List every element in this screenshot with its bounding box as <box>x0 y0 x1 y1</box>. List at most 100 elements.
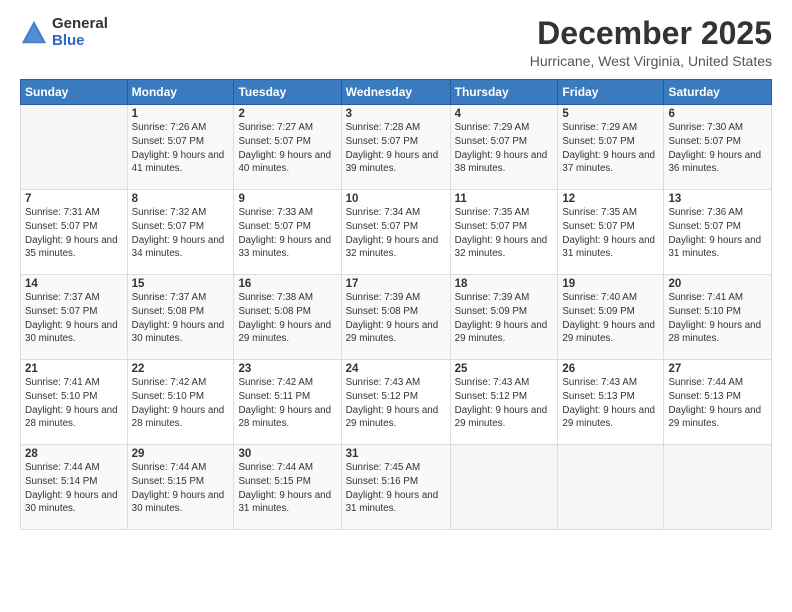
table-row: 31 Sunrise: 7:45 AMSunset: 5:16 PMDaylig… <box>341 445 450 530</box>
day-number: 7 <box>25 193 123 205</box>
day-number: 23 <box>238 363 336 375</box>
day-info: Sunrise: 7:30 AMSunset: 5:07 PMDaylight:… <box>668 122 761 174</box>
table-row: 30 Sunrise: 7:44 AMSunset: 5:15 PMDaylig… <box>234 445 341 530</box>
logo-text: General Blue <box>52 16 108 49</box>
table-row <box>450 445 558 530</box>
logo-general-text: General <box>52 16 108 33</box>
day-info: Sunrise: 7:44 AMSunset: 5:15 PMDaylight:… <box>238 462 331 514</box>
day-info: Sunrise: 7:26 AMSunset: 5:07 PMDaylight:… <box>132 122 225 174</box>
day-number: 22 <box>132 363 230 375</box>
day-number: 20 <box>668 278 767 290</box>
col-tuesday: Tuesday <box>234 80 341 105</box>
table-row: 10 Sunrise: 7:34 AMSunset: 5:07 PMDaylig… <box>341 190 450 275</box>
calendar-body: 1 Sunrise: 7:26 AMSunset: 5:07 PMDayligh… <box>21 105 772 530</box>
title-block: December 2025 Hurricane, West Virginia, … <box>530 16 772 69</box>
day-number: 8 <box>132 193 230 205</box>
day-info: Sunrise: 7:27 AMSunset: 5:07 PMDaylight:… <box>238 122 331 174</box>
table-row: 8 Sunrise: 7:32 AMSunset: 5:07 PMDayligh… <box>127 190 234 275</box>
table-row: 23 Sunrise: 7:42 AMSunset: 5:11 PMDaylig… <box>234 360 341 445</box>
table-row: 20 Sunrise: 7:41 AMSunset: 5:10 PMDaylig… <box>664 275 772 360</box>
day-info: Sunrise: 7:39 AMSunset: 5:09 PMDaylight:… <box>455 292 548 344</box>
day-info: Sunrise: 7:42 AMSunset: 5:11 PMDaylight:… <box>238 377 331 429</box>
day-info: Sunrise: 7:38 AMSunset: 5:08 PMDaylight:… <box>238 292 331 344</box>
table-row: 6 Sunrise: 7:30 AMSunset: 5:07 PMDayligh… <box>664 105 772 190</box>
table-row: 21 Sunrise: 7:41 AMSunset: 5:10 PMDaylig… <box>21 360 128 445</box>
header-row: Sunday Monday Tuesday Wednesday Thursday… <box>21 80 772 105</box>
day-number: 6 <box>668 108 767 120</box>
col-sunday: Sunday <box>21 80 128 105</box>
table-row <box>21 105 128 190</box>
day-number: 17 <box>346 278 446 290</box>
table-row: 29 Sunrise: 7:44 AMSunset: 5:15 PMDaylig… <box>127 445 234 530</box>
day-number: 16 <box>238 278 336 290</box>
day-number: 4 <box>455 108 554 120</box>
day-number: 2 <box>238 108 336 120</box>
logo-blue-text: Blue <box>52 33 108 50</box>
day-info: Sunrise: 7:39 AMSunset: 5:08 PMDaylight:… <box>346 292 439 344</box>
day-info: Sunrise: 7:36 AMSunset: 5:07 PMDaylight:… <box>668 207 761 259</box>
day-number: 3 <box>346 108 446 120</box>
table-row: 7 Sunrise: 7:31 AMSunset: 5:07 PMDayligh… <box>21 190 128 275</box>
table-row: 16 Sunrise: 7:38 AMSunset: 5:08 PMDaylig… <box>234 275 341 360</box>
day-number: 1 <box>132 108 230 120</box>
day-info: Sunrise: 7:31 AMSunset: 5:07 PMDaylight:… <box>25 207 118 259</box>
day-number: 25 <box>455 363 554 375</box>
calendar-table: Sunday Monday Tuesday Wednesday Thursday… <box>20 79 772 530</box>
table-row: 11 Sunrise: 7:35 AMSunset: 5:07 PMDaylig… <box>450 190 558 275</box>
day-info: Sunrise: 7:35 AMSunset: 5:07 PMDaylight:… <box>455 207 548 259</box>
day-number: 24 <box>346 363 446 375</box>
table-row: 17 Sunrise: 7:39 AMSunset: 5:08 PMDaylig… <box>341 275 450 360</box>
day-number: 30 <box>238 448 336 460</box>
day-number: 26 <box>562 363 659 375</box>
table-row: 18 Sunrise: 7:39 AMSunset: 5:09 PMDaylig… <box>450 275 558 360</box>
day-number: 21 <box>25 363 123 375</box>
day-info: Sunrise: 7:37 AMSunset: 5:08 PMDaylight:… <box>132 292 225 344</box>
table-row <box>558 445 664 530</box>
table-row: 1 Sunrise: 7:26 AMSunset: 5:07 PMDayligh… <box>127 105 234 190</box>
page: General Blue December 2025 Hurricane, We… <box>0 0 792 612</box>
col-thursday: Thursday <box>450 80 558 105</box>
day-number: 18 <box>455 278 554 290</box>
col-wednesday: Wednesday <box>341 80 450 105</box>
day-info: Sunrise: 7:35 AMSunset: 5:07 PMDaylight:… <box>562 207 655 259</box>
day-info: Sunrise: 7:41 AMSunset: 5:10 PMDaylight:… <box>25 377 118 429</box>
day-info: Sunrise: 7:40 AMSunset: 5:09 PMDaylight:… <box>562 292 655 344</box>
day-number: 31 <box>346 448 446 460</box>
header: General Blue December 2025 Hurricane, We… <box>20 16 772 69</box>
day-info: Sunrise: 7:43 AMSunset: 5:12 PMDaylight:… <box>455 377 548 429</box>
day-number: 15 <box>132 278 230 290</box>
table-row: 26 Sunrise: 7:43 AMSunset: 5:13 PMDaylig… <box>558 360 664 445</box>
logo-icon <box>20 19 48 47</box>
logo: General Blue <box>20 16 108 49</box>
table-row: 3 Sunrise: 7:28 AMSunset: 5:07 PMDayligh… <box>341 105 450 190</box>
day-number: 5 <box>562 108 659 120</box>
table-row: 9 Sunrise: 7:33 AMSunset: 5:07 PMDayligh… <box>234 190 341 275</box>
day-info: Sunrise: 7:34 AMSunset: 5:07 PMDaylight:… <box>346 207 439 259</box>
table-row: 4 Sunrise: 7:29 AMSunset: 5:07 PMDayligh… <box>450 105 558 190</box>
day-number: 9 <box>238 193 336 205</box>
day-info: Sunrise: 7:33 AMSunset: 5:07 PMDaylight:… <box>238 207 331 259</box>
table-row: 5 Sunrise: 7:29 AMSunset: 5:07 PMDayligh… <box>558 105 664 190</box>
day-info: Sunrise: 7:37 AMSunset: 5:07 PMDaylight:… <box>25 292 118 344</box>
day-info: Sunrise: 7:29 AMSunset: 5:07 PMDaylight:… <box>562 122 655 174</box>
day-number: 10 <box>346 193 446 205</box>
day-info: Sunrise: 7:42 AMSunset: 5:10 PMDaylight:… <box>132 377 225 429</box>
day-number: 27 <box>668 363 767 375</box>
table-row: 27 Sunrise: 7:44 AMSunset: 5:13 PMDaylig… <box>664 360 772 445</box>
day-number: 28 <box>25 448 123 460</box>
calendar-header: Sunday Monday Tuesday Wednesday Thursday… <box>21 80 772 105</box>
table-row: 28 Sunrise: 7:44 AMSunset: 5:14 PMDaylig… <box>21 445 128 530</box>
col-friday: Friday <box>558 80 664 105</box>
day-info: Sunrise: 7:44 AMSunset: 5:14 PMDaylight:… <box>25 462 118 514</box>
day-info: Sunrise: 7:43 AMSunset: 5:12 PMDaylight:… <box>346 377 439 429</box>
main-title: December 2025 <box>530 16 772 51</box>
day-info: Sunrise: 7:43 AMSunset: 5:13 PMDaylight:… <box>562 377 655 429</box>
day-info: Sunrise: 7:44 AMSunset: 5:15 PMDaylight:… <box>132 462 225 514</box>
col-monday: Monday <box>127 80 234 105</box>
table-row: 15 Sunrise: 7:37 AMSunset: 5:08 PMDaylig… <box>127 275 234 360</box>
day-number: 12 <box>562 193 659 205</box>
day-info: Sunrise: 7:32 AMSunset: 5:07 PMDaylight:… <box>132 207 225 259</box>
table-row: 2 Sunrise: 7:27 AMSunset: 5:07 PMDayligh… <box>234 105 341 190</box>
day-info: Sunrise: 7:28 AMSunset: 5:07 PMDaylight:… <box>346 122 439 174</box>
day-info: Sunrise: 7:29 AMSunset: 5:07 PMDaylight:… <box>455 122 548 174</box>
